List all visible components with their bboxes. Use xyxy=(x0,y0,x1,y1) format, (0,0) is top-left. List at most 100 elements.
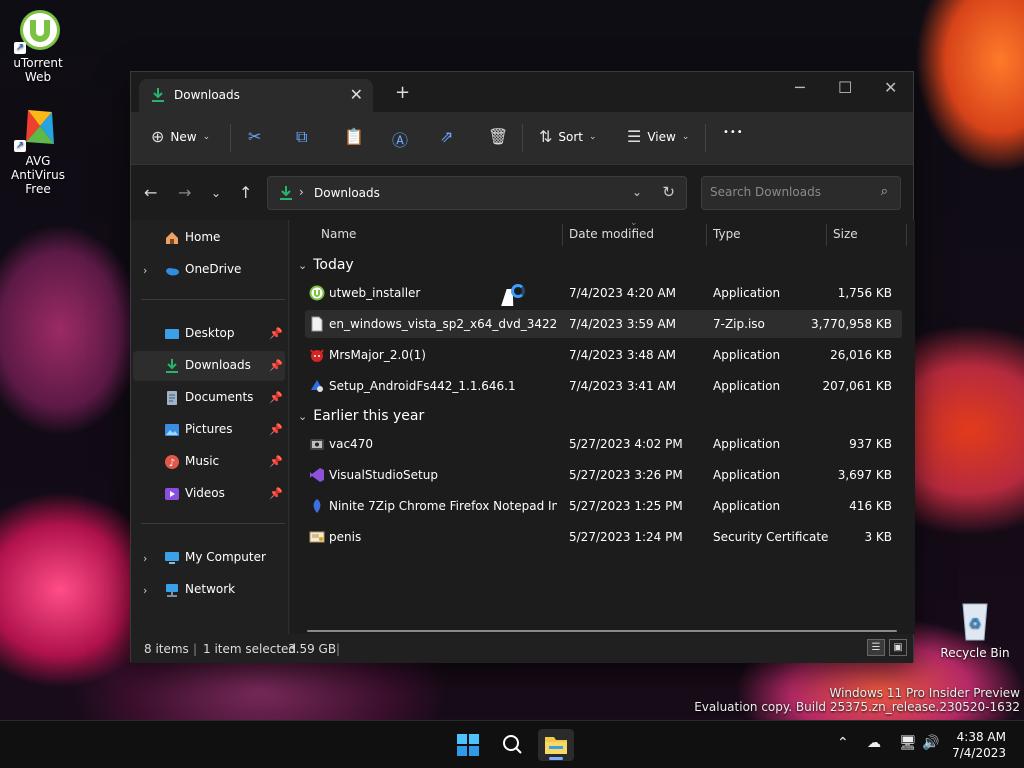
desktop-icon-utorrent[interactable]: ↗ uTorrent Web xyxy=(0,6,76,84)
file-explorer-taskbar-button[interactable] xyxy=(538,729,574,761)
file-row[interactable]: utweb_installer 7/4/2023 4:20 AM Applica… xyxy=(305,279,902,307)
toolbar-divider xyxy=(522,124,523,152)
file-row[interactable]: vac470 5/27/2023 4:02 PM Application 937… xyxy=(305,430,902,458)
search-input[interactable] xyxy=(710,185,870,199)
sidebar-item-videos[interactable]: Videos 📌 xyxy=(133,479,285,509)
search-taskbar-button[interactable] xyxy=(494,729,530,761)
tiles-view-button[interactable]: ▣ xyxy=(889,639,907,656)
group-header-earlier-this-year[interactable]: ⌄ Earlier this year xyxy=(298,408,424,424)
start-button[interactable] xyxy=(450,729,486,761)
volume-icon[interactable]: 🔊 xyxy=(922,735,939,751)
column-divider[interactable] xyxy=(562,224,563,246)
back-button[interactable]: ← xyxy=(144,183,157,202)
expand-chevron-icon[interactable]: › xyxy=(143,552,147,565)
up-button[interactable]: ↑ xyxy=(239,183,252,202)
file-row[interactable]: Ninite 7Zip Chrome Firefox Notepad Inst.… xyxy=(305,492,902,520)
file-type: Application xyxy=(713,286,781,300)
watermark-line-2: Evaluation copy. Build 25375.zn_release.… xyxy=(694,700,1020,714)
watermark-line-1: Windows 11 Pro Insider Preview xyxy=(829,686,1020,700)
certificate-icon xyxy=(309,529,325,545)
desktop-icon-avg[interactable]: ↗ AVG AntiVirus Free xyxy=(0,104,76,196)
share-button[interactable]: ⇗ xyxy=(440,127,453,146)
sidebar-item-downloads[interactable]: Downloads 📌 xyxy=(133,351,285,381)
sidebar-item-documents[interactable]: Documents 📌 xyxy=(133,383,285,413)
sidebar-item-desktop[interactable]: Desktop 📌 xyxy=(133,319,285,349)
file-type: Application xyxy=(713,379,781,393)
close-tab-icon[interactable]: ✕ xyxy=(350,85,363,104)
ninite-icon xyxy=(309,498,325,514)
forward-button[interactable]: → xyxy=(178,183,191,202)
address-bar[interactable]: › Downloads ⌄ ↻ xyxy=(267,176,687,210)
network-status-icon[interactable]: 🖥 xyxy=(899,735,917,751)
column-header-date[interactable]: Date modified xyxy=(569,227,654,257)
breadcrumb-chevron-icon[interactable]: › xyxy=(299,185,304,199)
onedrive-offline-icon[interactable]: ☁ xyxy=(867,735,881,751)
pin-icon[interactable]: 📌 xyxy=(269,327,283,340)
column-header-size[interactable]: Size xyxy=(833,227,858,257)
pin-icon[interactable]: 📌 xyxy=(269,487,283,500)
file-type: Application xyxy=(713,468,781,482)
desktop-icon-recycle-bin[interactable]: ♻ Recycle Bin xyxy=(937,596,1013,660)
column-divider[interactable] xyxy=(706,224,707,246)
pin-icon[interactable]: 📌 xyxy=(269,391,283,404)
column-divider[interactable] xyxy=(906,224,907,246)
delete-button[interactable]: 🗑 xyxy=(488,127,508,146)
file-row[interactable]: en_windows_vista_sp2_x64_dvd_342267.iso … xyxy=(305,310,902,338)
pin-icon[interactable]: 📌 xyxy=(269,423,283,436)
collapse-chevron-icon[interactable]: ⌄ xyxy=(298,259,307,272)
toolbar-divider xyxy=(230,124,231,152)
new-button[interactable]: ⊕ New ⌄ xyxy=(151,127,210,146)
details-view-button[interactable]: ☰ xyxy=(867,639,885,656)
file-row[interactable]: Setup_AndroidFs442_1.1.646.1 7/4/2023 3:… xyxy=(305,372,902,400)
horizontal-scrollbar[interactable] xyxy=(307,630,897,632)
search-box[interactable]: ⌕ xyxy=(701,176,901,210)
file-row[interactable]: MrsMajor_2.0(1) 7/4/2023 3:48 AM Applica… xyxy=(305,341,902,369)
column-header-type[interactable]: Type xyxy=(713,227,741,257)
file-name: vac470 xyxy=(329,437,373,451)
sidebar-item-music[interactable]: ♪ Music 📌 xyxy=(133,447,285,477)
tab-downloads[interactable]: Downloads ✕ xyxy=(139,79,373,112)
collapse-chevron-icon[interactable]: ⌄ xyxy=(298,410,307,423)
column-divider[interactable] xyxy=(826,224,827,246)
maximize-button[interactable]: ☐ xyxy=(838,78,852,97)
file-row[interactable]: penis 5/27/2023 1:24 PM Security Certifi… xyxy=(305,523,902,551)
view-button[interactable]: ☰ View ⌄ xyxy=(627,127,689,146)
recent-locations-button[interactable]: ⌄ xyxy=(211,186,221,200)
expand-chevron-icon[interactable]: › xyxy=(143,584,147,597)
busy-spinner-icon xyxy=(511,284,525,298)
sidebar-item-label: My Computer xyxy=(185,550,266,564)
minimize-button[interactable]: ─ xyxy=(795,78,805,97)
more-options-button[interactable]: ••• xyxy=(723,127,744,138)
breadcrumb-downloads[interactable]: Downloads xyxy=(314,186,380,200)
file-row[interactable]: VisualStudioSetup 5/27/2023 3:26 PM Appl… xyxy=(305,461,902,489)
new-tab-button[interactable]: + xyxy=(395,82,410,103)
sidebar-item-home[interactable]: Home xyxy=(133,223,285,253)
file-date: 7/4/2023 3:48 AM xyxy=(569,348,677,362)
copy-button[interactable]: ⧉ xyxy=(296,127,307,147)
rename-button[interactable]: Ⓐ xyxy=(392,127,408,151)
group-header-today[interactable]: ⌄ Today xyxy=(298,257,354,273)
pin-icon[interactable]: 📌 xyxy=(269,359,283,372)
sidebar-item-network[interactable]: › Network xyxy=(133,575,285,605)
sidebar-item-onedrive[interactable]: › OneDrive xyxy=(133,255,285,285)
sidebar-item-pictures[interactable]: Pictures 📌 xyxy=(133,415,285,445)
music-icon: ♪ xyxy=(164,454,180,470)
command-bar: ⊕ New ⌄ ✂ ⧉ 📋 Ⓐ ⇗ 🗑 ⇅ Sort ⌄ ☰ View ⌄ ••… xyxy=(131,112,913,164)
paste-button[interactable]: 📋 xyxy=(344,127,364,146)
recycle-bin-icon: ♻ xyxy=(951,596,999,644)
pin-icon[interactable]: 📌 xyxy=(269,455,283,468)
file-type: Security Certificate xyxy=(713,530,829,544)
utorrent-icon: ↗ xyxy=(14,6,62,54)
address-dropdown-icon[interactable]: ⌄ xyxy=(632,185,642,199)
system-clock[interactable]: 4:38 AM 7/4/2023 xyxy=(952,729,1006,761)
sort-button[interactable]: ⇅ Sort ⌄ xyxy=(539,127,597,146)
show-hidden-icons-button[interactable]: ⌃ xyxy=(837,735,849,751)
close-window-button[interactable]: ✕ xyxy=(884,78,897,97)
status-separator: | xyxy=(336,642,341,656)
sidebar-item-my-computer[interactable]: › My Computer xyxy=(133,543,285,573)
sidebar-item-label: Downloads xyxy=(185,358,251,372)
cut-button[interactable]: ✂ xyxy=(248,127,261,146)
refresh-icon[interactable]: ↻ xyxy=(662,183,675,201)
column-header-name[interactable]: Name xyxy=(321,227,356,257)
expand-chevron-icon[interactable]: › xyxy=(143,264,147,277)
